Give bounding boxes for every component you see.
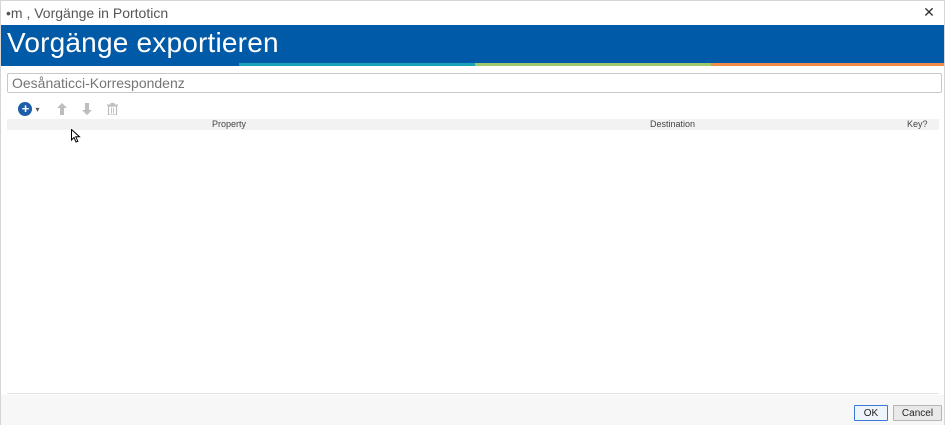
- accent-stripe: [1, 63, 239, 66]
- chevron-down-icon: ▾: [35, 104, 40, 114]
- cancel-button[interactable]: Cancel: [893, 405, 942, 421]
- export-dialog: •m , Vorgänge in Portoticn ✕ Vorgänge ex…: [0, 0, 945, 425]
- accent-stripe: [711, 63, 944, 66]
- mouse-pointer-icon: [71, 129, 81, 143]
- arrow-up-icon: [57, 103, 67, 115]
- property-table-body[interactable]: [7, 130, 939, 394]
- arrow-down-icon: [82, 103, 92, 115]
- column-header-property[interactable]: Property: [212, 119, 246, 130]
- column-header-destination[interactable]: Destination: [650, 119, 695, 130]
- accent-stripe: [475, 63, 711, 66]
- export-name-input[interactable]: [7, 73, 942, 93]
- plus-circle-icon: +: [18, 102, 33, 116]
- header-banner: Vorgänge exportieren: [1, 25, 944, 63]
- table-header: Property Destination Key?: [7, 119, 939, 130]
- move-down-button[interactable]: [80, 100, 94, 118]
- ok-button[interactable]: OK: [854, 405, 888, 421]
- title-bar: •m , Vorgänge in Portoticn ✕: [1, 1, 944, 25]
- page-title: Vorgänge exportieren: [7, 27, 279, 58]
- toolbar: + ▾: [15, 100, 145, 118]
- move-up-button[interactable]: [55, 100, 69, 118]
- accent-stripe: [239, 63, 475, 66]
- window-title: •m , Vorgänge in Portoticn: [6, 5, 169, 21]
- close-icon[interactable]: ✕: [920, 3, 938, 21]
- trash-icon: [106, 103, 118, 115]
- add-property-button[interactable]: + ▾: [15, 100, 43, 118]
- column-header-key[interactable]: Key?: [907, 119, 928, 130]
- delete-property-button[interactable]: [105, 100, 119, 118]
- dialog-footer: OK Cancel: [1, 395, 944, 425]
